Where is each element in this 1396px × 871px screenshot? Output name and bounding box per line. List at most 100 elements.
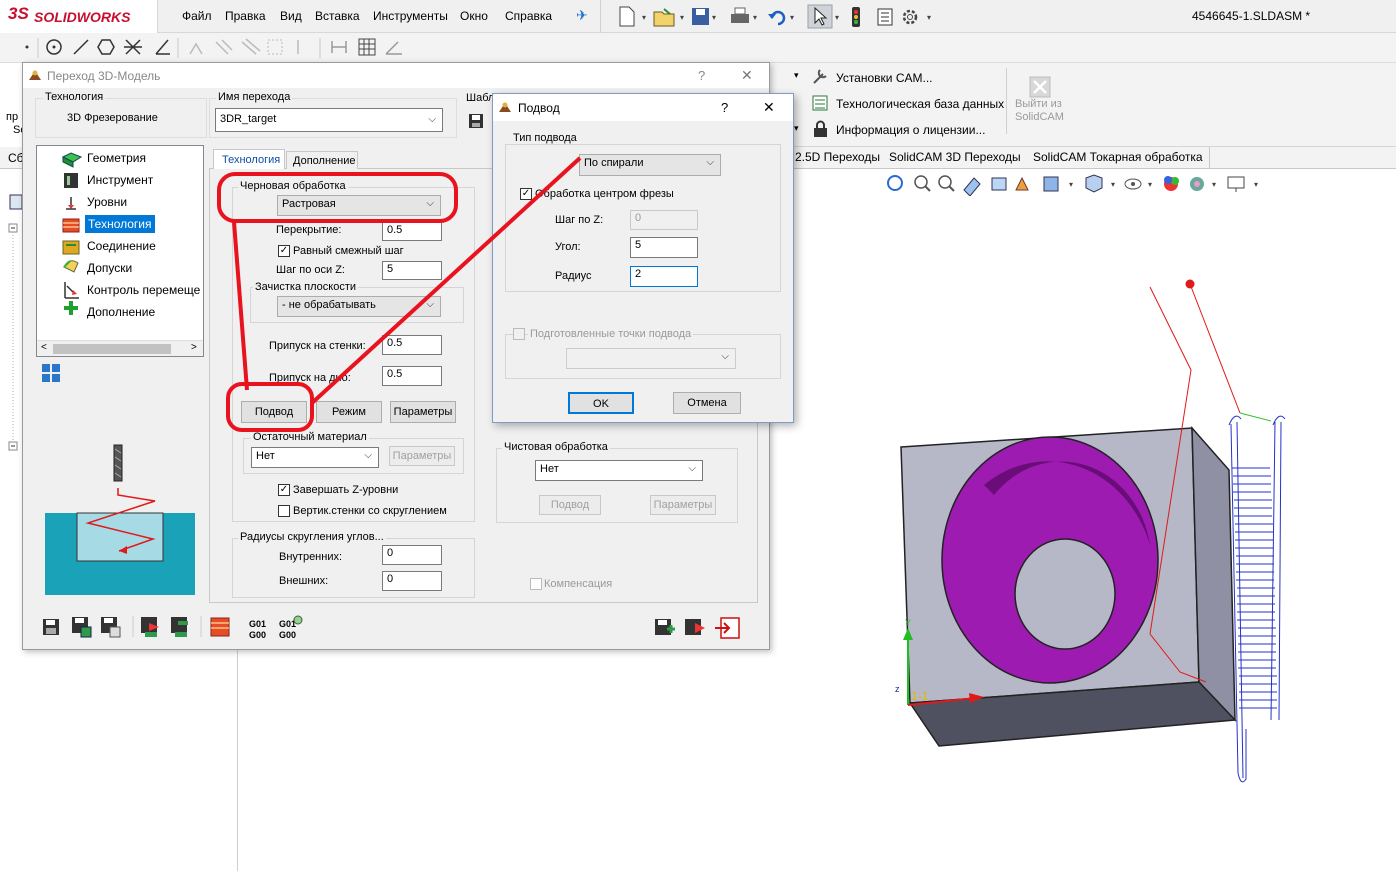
tree-item-misc[interactable]: Дополнение <box>87 305 155 319</box>
tree-horizontal-scrollbar[interactable]: < > <box>37 340 203 356</box>
save-template-icon[interactable] <box>101 617 121 638</box>
rest-params-button[interactable]: Параметры <box>389 446 455 466</box>
tab-turning[interactable]: SolidCAM Токарная обработка <box>1027 147 1210 168</box>
traffic-light-icon[interactable] <box>852 7 860 27</box>
linear-dimension-icon[interactable] <box>331 41 347 53</box>
scene-icon[interactable] <box>1164 176 1179 191</box>
floor-offset-input[interactable]: 0.5 <box>382 366 442 386</box>
scroll-thumb[interactable] <box>53 344 171 354</box>
prepared-points-combo[interactable]: ⌵ <box>566 348 736 369</box>
tree-item-link[interactable]: Соединение <box>87 239 156 253</box>
line-icon[interactable] <box>73 39 89 55</box>
point-icon[interactable] <box>25 45 29 49</box>
prepared-points-checkbox[interactable] <box>513 328 525 340</box>
view-settings-icon[interactable] <box>1190 177 1204 191</box>
finish-z-levels-checkbox[interactable]: ✓ <box>278 484 290 496</box>
save-icon[interactable] <box>692 8 709 25</box>
tab-misc[interactable]: Дополнение <box>286 151 358 169</box>
finish-combo[interactable]: Нет ⌵ <box>535 460 703 481</box>
angle-input[interactable]: 5 <box>630 237 698 258</box>
feature-manager-tab-icon[interactable] <box>9 194 22 210</box>
angle-dimension-icon[interactable] <box>385 41 402 55</box>
menu-view[interactable]: Вид <box>280 9 302 23</box>
help-button[interactable]: ? <box>698 68 705 83</box>
technology-layers-icon[interactable] <box>210 617 230 637</box>
angle-line-icon[interactable] <box>155 39 170 55</box>
rest-material-combo[interactable]: Нет ⌵ <box>251 447 379 468</box>
license-info-label[interactable]: Информация о лицензии... <box>836 123 985 137</box>
inner-radius-input[interactable]: 0 <box>382 545 442 565</box>
fillet-icon[interactable] <box>189 42 203 55</box>
save-calculate-icon[interactable] <box>72 617 92 638</box>
overlap-input[interactable]: 0.5 <box>382 222 442 241</box>
tab-25d-operations[interactable]: 2.5D Переходы <box>792 147 887 168</box>
polygon-icon[interactable] <box>97 39 115 55</box>
menu-insert[interactable]: Вставка <box>315 9 360 23</box>
rough-type-combo[interactable]: Растровая ⌵ <box>277 195 441 216</box>
scroll-right-icon[interactable]: > <box>191 342 197 353</box>
menu-tools[interactable]: Инструменты <box>373 9 448 23</box>
lead-close-icon[interactable]: ✕ <box>763 99 775 116</box>
dynamic-annotation-icon[interactable] <box>991 177 1007 191</box>
compensation-checkbox[interactable] <box>530 578 542 590</box>
exit-solidcam-label[interactable]: Выйти из SolidCAM <box>1015 98 1071 124</box>
previous-view-icon[interactable] <box>938 175 955 192</box>
template-save-icon[interactable] <box>468 113 484 129</box>
menu-help[interactable]: Справка <box>505 9 552 23</box>
tree-item-motion-control[interactable]: Контроль перемеще <box>87 283 203 297</box>
circle-center-icon[interactable] <box>46 39 62 55</box>
equal-step-checkbox[interactable]: ✓ <box>278 245 290 257</box>
cam-settings-label[interactable]: Установки CAM... <box>836 71 933 85</box>
zoom-fit-icon[interactable] <box>887 175 903 191</box>
save-continue-icon[interactable] <box>685 619 705 635</box>
hide-show-icon[interactable] <box>1085 174 1103 193</box>
close-icon[interactable]: ✕ <box>741 67 753 84</box>
cancel-button[interactable]: Отмена <box>673 392 741 414</box>
tree-item-technology[interactable]: Технология <box>85 215 155 233</box>
section-view-icon[interactable] <box>963 177 981 196</box>
tree-item-levels[interactable]: Уровни <box>87 195 127 209</box>
pocket-hole[interactable] <box>941 436 1159 684</box>
scroll-left-icon[interactable]: < <box>41 342 47 353</box>
save-exit-icon[interactable] <box>655 619 675 635</box>
operation-name-combo[interactable]: 3DR_target ⌵ <box>215 108 443 132</box>
rough-mode-button[interactable]: Режим <box>316 401 382 423</box>
save-gcode-icon[interactable] <box>171 617 188 637</box>
gcode-g01-label-2[interactable]: G01 <box>279 619 296 629</box>
ok-button[interactable]: OK <box>568 392 634 414</box>
view-orientation-icon[interactable] <box>1015 176 1029 191</box>
ribbon-dropdown-arrow-1[interactable]: ▾ <box>794 70 799 81</box>
expand-icon[interactable] <box>8 223 18 233</box>
gcode-g01-label[interactable]: G01 <box>249 619 266 629</box>
properties-icon[interactable] <box>877 8 893 26</box>
gcode-g00-label-2[interactable]: G00 <box>279 630 296 640</box>
tab-technology[interactable]: Технология <box>213 149 285 169</box>
technology-db-label[interactable]: Технологическая база данных <box>836 97 1004 111</box>
tab-3d-operations[interactable]: SolidCAM 3D Переходы <box>883 147 1028 168</box>
layout-grid-icon[interactable] <box>41 363 61 383</box>
edit-appearance-icon[interactable] <box>1124 178 1142 190</box>
finish-params-button[interactable]: Параметры <box>650 495 716 515</box>
undo-icon[interactable] <box>768 10 786 26</box>
vertical-walls-checkbox[interactable] <box>278 505 290 517</box>
rough-params-button[interactable]: Параметры <box>390 401 456 423</box>
z-step-input[interactable]: 5 <box>382 261 442 280</box>
face-milling-combo[interactable]: - не обрабатывать ⌵ <box>277 296 441 317</box>
solidworks-logo[interactable]: 3S SOLIDWORKS <box>0 0 158 33</box>
tree-item-geometry[interactable]: Геометрия <box>87 151 146 165</box>
wall-offset-input[interactable]: 0.5 <box>382 335 442 355</box>
offset-icon[interactable] <box>215 39 233 55</box>
grid-icon[interactable] <box>358 38 376 56</box>
display-style-icon[interactable] <box>1043 176 1059 192</box>
pin-icon[interactable]: ✈ <box>576 7 588 24</box>
new-document-icon[interactable] <box>619 6 635 27</box>
construction-box-icon[interactable] <box>267 39 283 55</box>
ribbon-dropdown-arrow-2[interactable]: ▾ <box>794 123 799 134</box>
lead-z-step-input[interactable]: 0 <box>630 210 698 230</box>
finish-lead-button[interactable]: Подвод <box>539 495 601 515</box>
rough-lead-button[interactable]: Подвод <box>241 401 307 423</box>
tree-item-tolerance[interactable]: Допуски <box>87 261 132 275</box>
menu-window[interactable]: Окно <box>460 9 488 23</box>
radius-input[interactable]: 2 <box>630 266 698 287</box>
menu-file[interactable]: Файл <box>182 9 212 23</box>
